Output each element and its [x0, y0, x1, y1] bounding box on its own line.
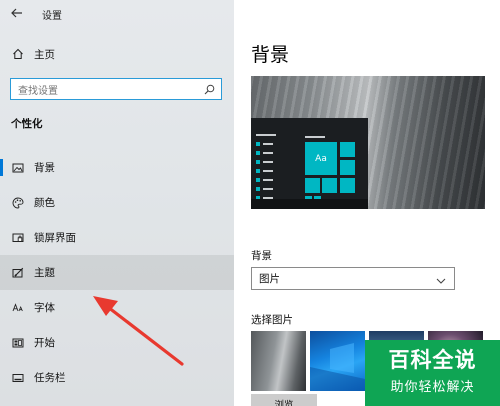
- preview-menu-header: [256, 134, 276, 136]
- sidebar-item-fonts[interactable]: 字体: [0, 290, 234, 325]
- settings-sidebar: 设置 主页 查找设置 个性化 背景 颜色 锁屏界面 主题 字体 开始 任务栏: [0, 0, 234, 406]
- search-input[interactable]: 查找设置: [10, 78, 222, 100]
- watermark-logo: 百科全说 助你轻松解决: [365, 340, 500, 406]
- browse-button[interactable]: 浏览: [251, 394, 317, 406]
- taskbar-icon: [11, 371, 24, 384]
- picture-icon: [11, 161, 24, 174]
- sidebar-item-taskbar[interactable]: 任务栏: [0, 360, 234, 395]
- preview-start-menu: Aa: [251, 118, 368, 209]
- sidebar-item-start[interactable]: 开始: [0, 325, 234, 360]
- search-placeholder: 查找设置: [18, 85, 58, 97]
- app-title: 设置: [42, 10, 62, 22]
- home-label: 主页: [34, 48, 55, 61]
- sidebar-item-label: 字体: [34, 302, 55, 314]
- sidebar-item-label: 颜色: [34, 197, 55, 209]
- sidebar-item-themes[interactable]: 主题: [0, 255, 234, 290]
- back-arrow-icon: [11, 6, 23, 22]
- home-nav-item[interactable]: 主页: [0, 40, 234, 68]
- title-bar: 设置: [0, 0, 234, 28]
- font-icon: [11, 301, 24, 314]
- watermark-title: 百科全说: [388, 348, 477, 372]
- picture-thumbnail[interactable]: [251, 331, 306, 391]
- preview-tile-text: Aa: [315, 153, 327, 164]
- sidebar-item-lock-screen[interactable]: 锁屏界面: [0, 220, 234, 255]
- background-type-label: 背景: [251, 250, 272, 262]
- sidebar-item-label: 背景: [34, 162, 55, 174]
- page-title: 背景: [251, 44, 290, 66]
- preview-tile: [340, 178, 355, 193]
- windows-logo-glow: [310, 343, 365, 391]
- preview-tile: [322, 178, 337, 193]
- sidebar-item-label: 锁屏界面: [34, 232, 76, 244]
- preview-tiles-header: [305, 136, 325, 138]
- sidebar-item-label: 任务栏: [34, 372, 66, 384]
- sidebar-item-label: 开始: [34, 337, 55, 349]
- personalization-nav: 背景 颜色 锁屏界面 主题 字体 开始 任务栏: [0, 150, 234, 395]
- dropdown-value: 图片: [259, 273, 280, 285]
- section-title: 个性化: [11, 118, 43, 130]
- back-button[interactable]: [0, 0, 34, 28]
- home-icon: [11, 48, 24, 61]
- preview-tile: [340, 142, 355, 157]
- start-icon: [11, 336, 24, 349]
- preview-taskbar: [251, 199, 368, 209]
- picture-thumbnail[interactable]: [310, 331, 365, 391]
- brush-icon: [11, 266, 24, 279]
- background-type-dropdown[interactable]: 图片: [251, 267, 455, 290]
- watermark-subtitle: 助你轻松解决: [390, 380, 475, 395]
- sidebar-item-colors[interactable]: 颜色: [0, 185, 234, 220]
- sidebar-item-label: 主题: [34, 267, 55, 279]
- search-icon[interactable]: [204, 80, 215, 99]
- chevron-down-icon: [436, 269, 446, 288]
- background-preview: Aa: [251, 76, 485, 209]
- sidebar-item-background[interactable]: 背景: [0, 150, 234, 185]
- preview-tile: [340, 160, 355, 175]
- palette-icon: [11, 196, 24, 209]
- lock-screen-icon: [11, 231, 24, 244]
- preview-tile: [305, 178, 320, 193]
- choose-picture-label: 选择图片: [251, 314, 293, 326]
- preview-tile-large: Aa: [305, 142, 337, 175]
